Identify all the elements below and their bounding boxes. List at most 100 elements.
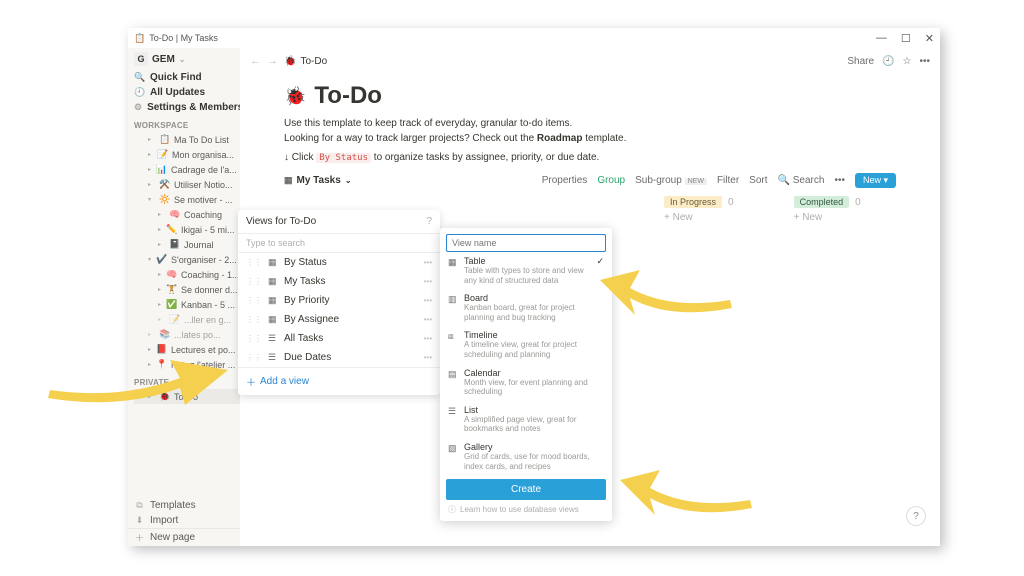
- settings-link[interactable]: ⚙Settings & Members: [128, 100, 240, 115]
- page-title: 🐞 To-Do: [284, 82, 896, 110]
- page-item[interactable]: ▾✔️S'organiser - 2...: [134, 252, 240, 267]
- nav-back[interactable]: ←: [250, 55, 261, 67]
- desc-line1: Use this template to keep track of every…: [284, 116, 896, 131]
- page-heading[interactable]: To-Do: [314, 82, 382, 110]
- view-type-gallery[interactable]: ▧GalleryGrid of cards, use for mood boar…: [446, 438, 606, 475]
- more-icon[interactable]: •••: [919, 56, 930, 67]
- view-type-calendar[interactable]: ▤CalendarMonth view, for event planning …: [446, 364, 606, 401]
- view-row[interactable]: ⋮⋮▦My Tasks•••: [238, 272, 440, 291]
- workspace-name: GEM: [152, 54, 175, 65]
- help-fab[interactable]: ?: [906, 506, 926, 526]
- quick-find[interactable]: 🔍Quick Find: [128, 70, 240, 85]
- hint-code: By Status: [316, 153, 371, 163]
- template-icon: ⧉: [134, 500, 145, 511]
- page-item[interactable]: ▸⚒️Utiliser Notio...: [134, 177, 240, 192]
- view-row[interactable]: ⋮⋮☰Due Dates•••: [238, 348, 440, 367]
- views-panel-title: Views for To-Do: [246, 216, 316, 227]
- share-button[interactable]: Share: [847, 56, 874, 67]
- chevron-down-icon: ⌄: [345, 176, 352, 185]
- page-item[interactable]: ▸🧠Coaching - 1...: [134, 267, 240, 282]
- view-row[interactable]: ⋮⋮▦By Assignee•••: [238, 310, 440, 329]
- minimize-button[interactable]: —: [876, 32, 887, 44]
- views-search[interactable]: Type to search: [238, 234, 440, 253]
- page-item[interactable]: ▸📝...ller en g...: [134, 312, 240, 327]
- add-card[interactable]: + New: [664, 212, 734, 223]
- info-icon: ⓘ: [448, 504, 456, 515]
- page-item[interactable]: ▸📝Mon organisa...: [134, 147, 240, 162]
- learn-link[interactable]: ⓘLearn how to use database views: [446, 500, 606, 515]
- page-tree: ▸📋Ma To Do List ▸📝Mon organisa... ▸📊Cadr…: [128, 132, 240, 372]
- view-row[interactable]: ⋮⋮▦By Status•••: [238, 253, 440, 272]
- view-type-list[interactable]: ☰ListA simplified page view, great for b…: [446, 401, 606, 438]
- page-item[interactable]: ▸📓Journal: [134, 237, 240, 252]
- page-item[interactable]: ▸📊Cadrage de l'a...: [134, 162, 240, 177]
- sidebar: G GEM ⌄ 🔍Quick Find 🕘All Updates ⚙Settin…: [128, 48, 240, 546]
- page-item[interactable]: ▸✅Kanban - 5 ...: [134, 297, 240, 312]
- col1-count: 0: [728, 197, 734, 208]
- hint-suffix: to organize tasks by assignee, priority,…: [374, 152, 600, 163]
- status-completed[interactable]: Completed: [794, 196, 850, 208]
- filter-button[interactable]: Filter: [717, 175, 739, 186]
- close-button[interactable]: ✕: [925, 32, 934, 45]
- crumb-icon: 🐞: [284, 56, 296, 67]
- chevron-icon: ⌄: [179, 55, 186, 64]
- create-button[interactable]: Create: [446, 479, 606, 500]
- topbar: ← → 🐞 To-Do Share 🕘 ☆ •••: [240, 48, 940, 74]
- updates-icon[interactable]: 🕘: [882, 56, 894, 67]
- page-item[interactable]: ▸🧠Coaching: [134, 207, 240, 222]
- add-view[interactable]: ＋Add a view: [238, 367, 440, 395]
- page-item[interactable]: ▸🏋️Se donner d...: [134, 282, 240, 297]
- nav-forward[interactable]: →: [267, 55, 278, 67]
- search-icon: 🔍: [134, 72, 145, 83]
- view-row[interactable]: ⋮⋮☰All Tasks•••: [238, 329, 440, 348]
- view-type-board[interactable]: ▥BoardKanban board, great for project pl…: [446, 289, 606, 326]
- hint-prefix: ↓ Click: [284, 152, 316, 163]
- view-name-input[interactable]: [446, 234, 606, 252]
- group-button[interactable]: Group: [597, 175, 625, 186]
- maximize-button[interactable]: ☐: [901, 32, 911, 45]
- board-icon: ▦: [284, 175, 293, 186]
- all-updates[interactable]: 🕘All Updates: [128, 85, 240, 100]
- breadcrumb[interactable]: 🐞 To-Do: [284, 56, 327, 67]
- view-type-table[interactable]: ▦TableTable with types to store and view…: [446, 252, 606, 289]
- download-icon: ⬇: [134, 515, 145, 526]
- views-panel: Views for To-Do? Type to search ⋮⋮▦By St…: [238, 210, 440, 395]
- new-view-modal: ▦TableTable with types to store and view…: [440, 228, 612, 521]
- status-in-progress[interactable]: In Progress: [664, 196, 722, 208]
- new-page-link[interactable]: ＋New page: [128, 528, 240, 546]
- page-item[interactable]: ▸📋Ma To Do List: [134, 132, 240, 147]
- view-switcher[interactable]: ▦ My Tasks ⌄: [284, 175, 352, 186]
- col2-count: 0: [855, 197, 861, 208]
- new-button[interactable]: New ▾: [855, 173, 896, 188]
- page-emoji[interactable]: 🐞: [284, 86, 306, 107]
- properties-button[interactable]: Properties: [542, 175, 588, 186]
- workspace-section: WORKSPACE: [128, 115, 240, 132]
- view-type-timeline[interactable]: ⧈TimelineA timeline view, great for proj…: [446, 326, 606, 363]
- page-item[interactable]: ▾🔆Se motiver - ...: [134, 192, 240, 207]
- subgroup-button[interactable]: Sub-group NEW: [635, 175, 707, 186]
- gear-icon: ⚙: [134, 102, 142, 113]
- star-icon[interactable]: ☆: [903, 56, 912, 67]
- annotation-arrow: [620, 450, 760, 520]
- roadmap-link[interactable]: Roadmap: [537, 133, 583, 144]
- workspace-icon: G: [134, 52, 148, 66]
- add-card[interactable]: + New: [794, 212, 861, 223]
- plus-icon: ＋: [246, 374, 256, 389]
- annotation-arrow: [600, 250, 740, 320]
- clock-icon: 🕘: [134, 87, 145, 98]
- view-row[interactable]: ⋮⋮▦By Priority•••: [238, 291, 440, 310]
- desc-line2b: template.: [582, 133, 626, 144]
- templates-link[interactable]: ⧉Templates: [128, 498, 240, 513]
- annotation-arrow: [40, 340, 230, 410]
- doc-icon: 📋: [134, 33, 145, 44]
- window-title: To-Do | My Tasks: [149, 33, 218, 43]
- import-link[interactable]: ⬇Import: [128, 513, 240, 528]
- page-content: 🐞 To-Do Use this template to keep track …: [240, 74, 940, 223]
- page-item[interactable]: ▸✏️Ikigai - 5 mi...: [134, 222, 240, 237]
- sort-button[interactable]: Sort: [749, 175, 767, 186]
- more-actions[interactable]: •••: [834, 175, 845, 186]
- search-button[interactable]: 🔍 Search: [778, 175, 825, 186]
- workspace-switcher[interactable]: G GEM ⌄: [128, 48, 240, 70]
- database-toolbar: ▦ My Tasks ⌄ Properties Group Sub-group …: [284, 173, 896, 188]
- help-icon[interactable]: ?: [426, 216, 432, 227]
